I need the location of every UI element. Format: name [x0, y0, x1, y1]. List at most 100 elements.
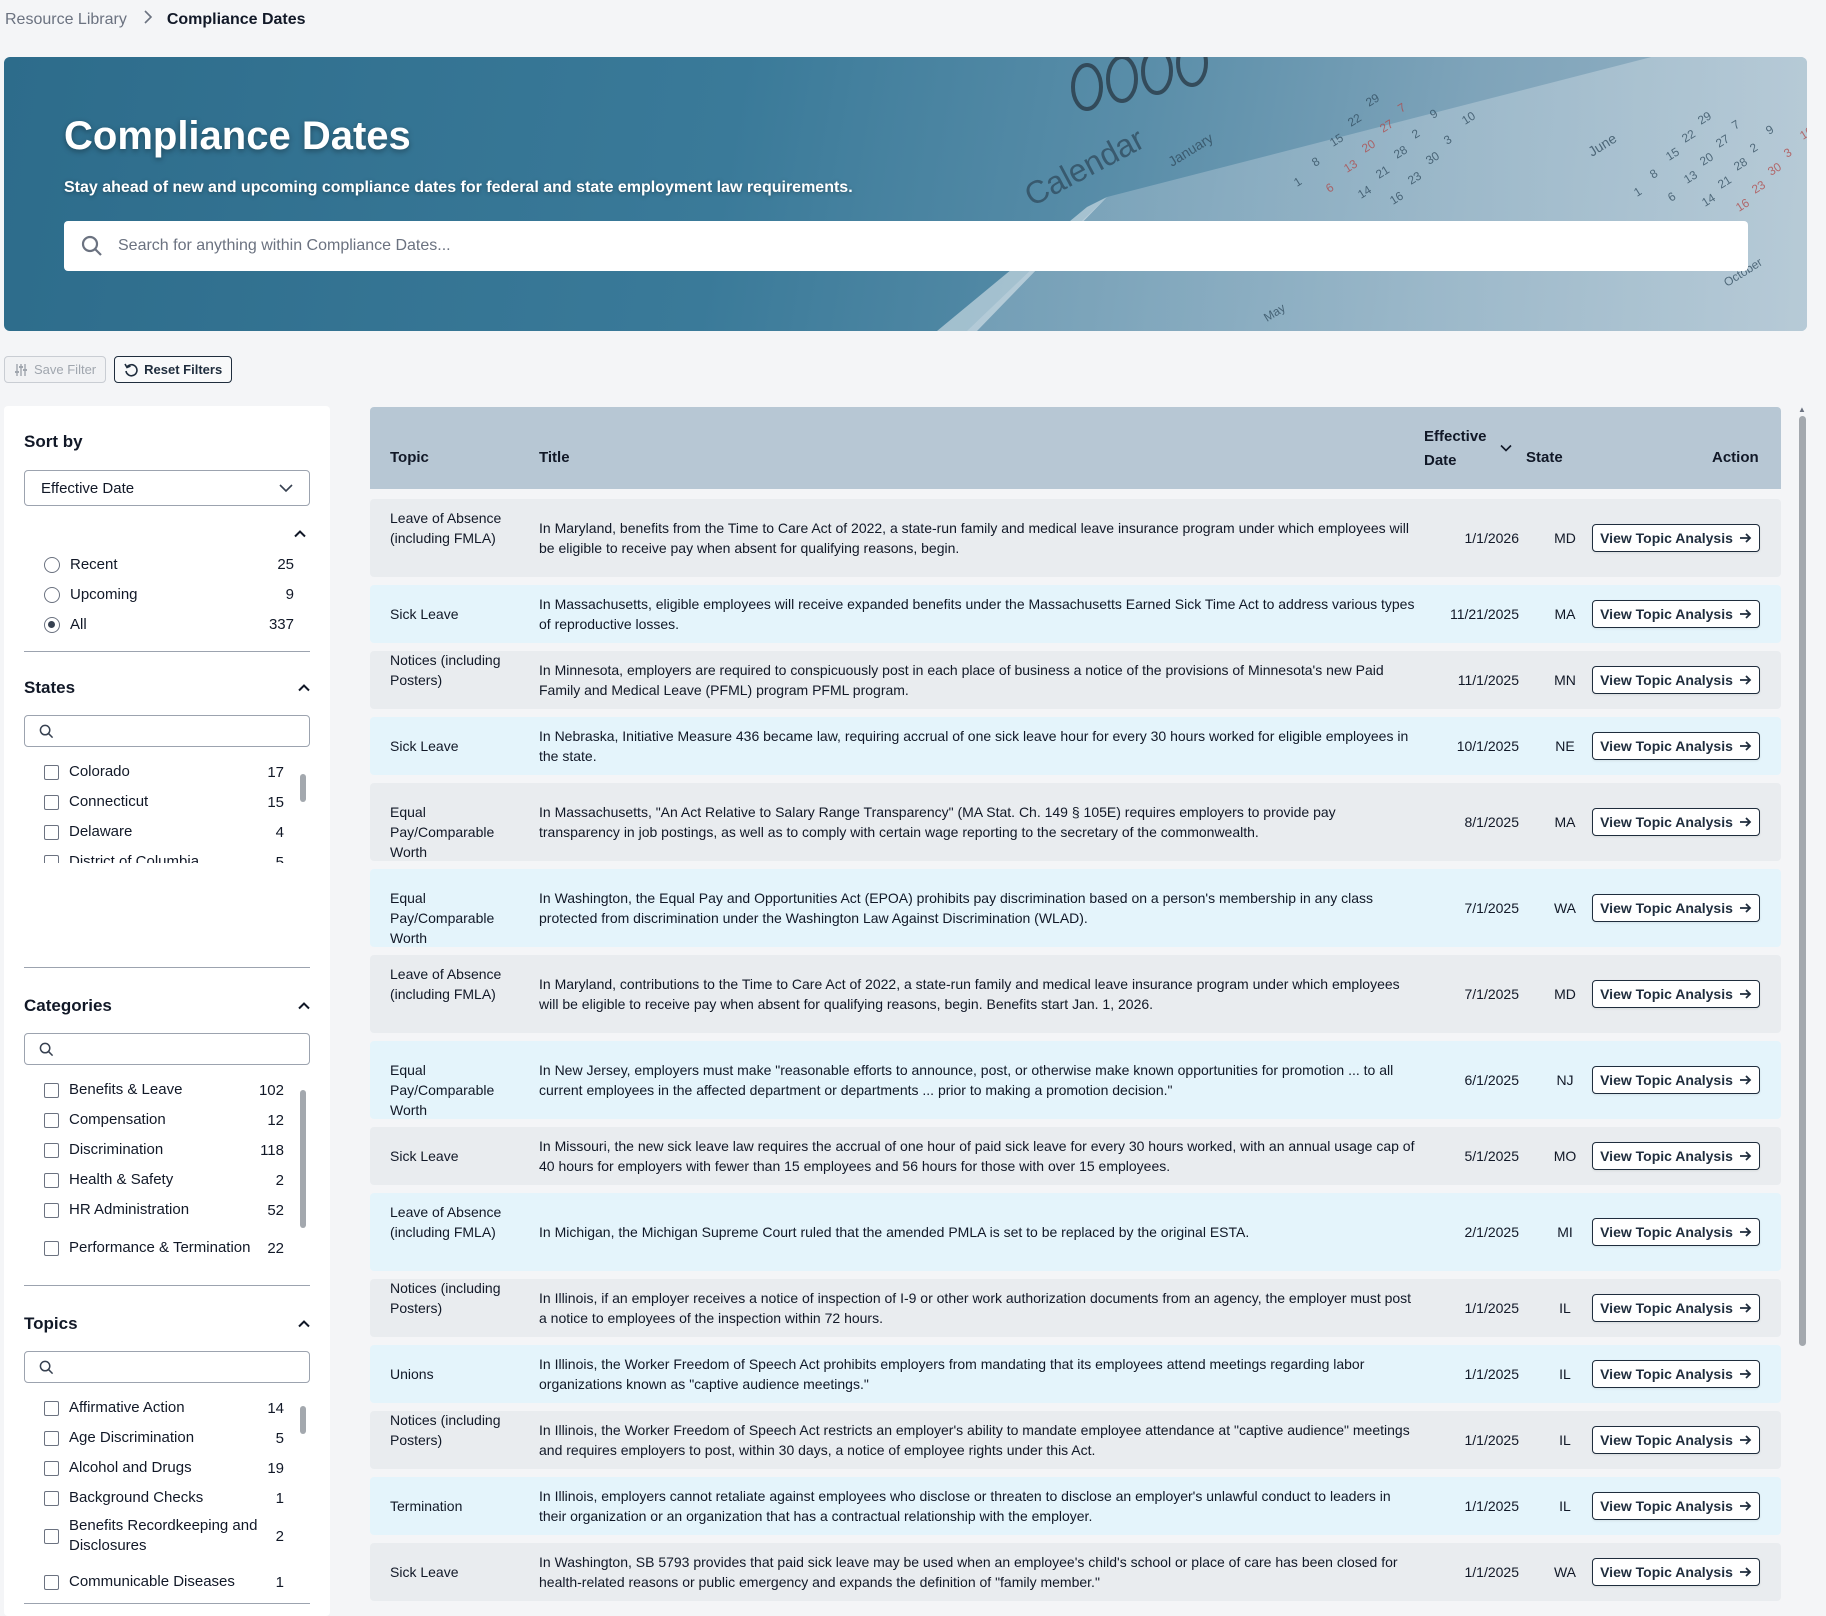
table-scrollbar[interactable] — [1799, 416, 1806, 1346]
checkbox[interactable] — [44, 1460, 59, 1476]
arrow-right-icon — [1739, 609, 1752, 619]
categories-scrollbar[interactable] — [300, 1086, 306, 1266]
table-row: Equal Pay/Comparable Worth In New Jersey,… — [370, 1041, 1781, 1119]
categories-search-input[interactable] — [24, 1033, 310, 1065]
view-topic-analysis-button[interactable]: View Topic Analysis — [1592, 808, 1760, 836]
states-search-input[interactable] — [24, 715, 310, 747]
sort-option-all[interactable]: All 337 — [44, 616, 294, 633]
categories-filter-item[interactable]: Discrimination 118 — [44, 1135, 284, 1165]
categories-filter-item[interactable]: Benefits & Leave 102 — [44, 1075, 284, 1105]
sort-chevron-down-icon[interactable] — [1500, 442, 1512, 454]
checkbox[interactable] — [44, 1240, 59, 1256]
topics-section-header[interactable]: Topics — [24, 1314, 310, 1334]
checkbox[interactable] — [44, 764, 59, 780]
filter-item-label: Background Checks — [69, 1489, 204, 1506]
filter-item-count: 15 — [267, 793, 284, 811]
scroll-up-caret[interactable]: ▲ — [1798, 405, 1806, 414]
sort-option-count: 25 — [277, 556, 294, 573]
states-heading: States — [24, 678, 76, 697]
states-filter-item[interactable]: District of Columbia 5 — [44, 847, 284, 863]
filter-item-label: Benefits Recordkeeping and Disclosures — [69, 1517, 258, 1554]
column-effective-date[interactable]: Effective Date — [1424, 425, 1487, 473]
topics-filter-item[interactable]: Alcohol and Drugs 19 — [44, 1453, 284, 1483]
categories-filter-item[interactable]: Performance & Termination 22 — [44, 1225, 284, 1271]
checkbox[interactable] — [44, 1202, 59, 1218]
column-title[interactable]: Title — [539, 449, 570, 466]
checkbox[interactable] — [44, 1172, 59, 1188]
filter-toolbar: Save Filter Reset Filters — [4, 356, 233, 383]
sort-option-recent[interactable]: Recent 25 — [44, 556, 294, 573]
view-topic-analysis-button[interactable]: View Topic Analysis — [1592, 1492, 1760, 1520]
states-filter-item[interactable]: Connecticut 15 — [44, 787, 284, 817]
checkbox[interactable] — [44, 1400, 59, 1416]
view-topic-analysis-button[interactable]: View Topic Analysis — [1592, 1426, 1760, 1454]
row-state: IL — [1559, 1432, 1571, 1448]
save-filter-button[interactable]: Save Filter — [4, 356, 107, 383]
view-topic-analysis-button[interactable]: View Topic Analysis — [1592, 666, 1760, 694]
topics-search-input[interactable] — [24, 1351, 310, 1383]
radio-upcoming[interactable] — [44, 586, 60, 603]
row-title: In Massachusetts, eligible employees wil… — [539, 596, 1415, 632]
topics-filter-item[interactable]: Benefits Recordkeeping and Disclosures 2 — [44, 1513, 284, 1559]
view-topic-analysis-button[interactable]: View Topic Analysis — [1592, 524, 1760, 552]
topics-filter-item[interactable]: Affirmative Action 14 — [44, 1393, 284, 1423]
chevron-down-icon — [279, 484, 293, 493]
row-title: In Nebraska, Initiative Measure 436 beca… — [539, 728, 1409, 764]
topics-filter-item[interactable]: Communicable Diseases 1 — [44, 1559, 284, 1595]
view-topic-analysis-label: View Topic Analysis — [1600, 1366, 1733, 1382]
states-filter-item[interactable]: Colorado 17 — [44, 757, 284, 787]
view-topic-analysis-button[interactable]: View Topic Analysis — [1592, 1218, 1760, 1246]
checkbox[interactable] — [44, 1112, 59, 1128]
column-state[interactable]: State — [1526, 449, 1563, 466]
reset-filters-button[interactable]: Reset Filters — [114, 356, 233, 383]
view-topic-analysis-button[interactable]: View Topic Analysis — [1592, 600, 1760, 628]
view-topic-analysis-button[interactable]: View Topic Analysis — [1592, 1066, 1760, 1094]
table-row: Notices (including Posters) In Illinois, … — [370, 1279, 1781, 1337]
checkbox[interactable] — [44, 794, 59, 810]
radio-all[interactable] — [44, 616, 60, 633]
chevron-up-icon[interactable] — [298, 1318, 310, 1330]
checkbox[interactable] — [44, 854, 59, 863]
checkbox[interactable] — [44, 824, 59, 840]
view-topic-analysis-button[interactable]: View Topic Analysis — [1592, 1142, 1760, 1170]
checkbox[interactable] — [44, 1082, 59, 1098]
svg-text:January: January — [1165, 130, 1216, 170]
chevron-up-icon[interactable] — [298, 682, 310, 694]
view-topic-analysis-button[interactable]: View Topic Analysis — [1592, 1558, 1760, 1586]
categories-section-header[interactable]: Categories — [24, 996, 310, 1016]
compliance-search-bar[interactable] — [64, 221, 1748, 271]
filter-item-label: HR Administration — [69, 1201, 190, 1218]
view-topic-analysis-label: View Topic Analysis — [1600, 738, 1733, 754]
view-topic-analysis-button[interactable]: View Topic Analysis — [1592, 732, 1760, 760]
categories-filter-item[interactable]: Compensation 12 — [44, 1105, 284, 1135]
checkbox[interactable] — [44, 1574, 59, 1590]
table-row: Unions In Illinois, the Worker Freedom of… — [370, 1345, 1781, 1403]
topics-scrollbar[interactable] — [300, 1402, 306, 1592]
states-scrollbar[interactable] — [300, 766, 306, 954]
chevron-up-icon[interactable] — [294, 528, 306, 540]
chevron-up-icon[interactable] — [298, 1000, 310, 1012]
sort-option-upcoming[interactable]: Upcoming 9 — [44, 586, 294, 603]
sort-by-select[interactable]: Effective Date — [24, 470, 310, 506]
column-topic[interactable]: Topic — [390, 449, 429, 466]
compliance-search-input[interactable] — [118, 237, 1718, 255]
table-row: Equal Pay/Comparable Worth In Massachuset… — [370, 783, 1781, 861]
view-topic-analysis-button[interactable]: View Topic Analysis — [1592, 1360, 1760, 1388]
checkbox[interactable] — [44, 1430, 59, 1446]
checkbox[interactable] — [44, 1490, 59, 1506]
view-topic-analysis-button[interactable]: View Topic Analysis — [1592, 980, 1760, 1008]
checkbox[interactable] — [44, 1528, 59, 1544]
view-topic-analysis-button[interactable]: View Topic Analysis — [1592, 1294, 1760, 1322]
states-section-header[interactable]: States — [24, 678, 310, 698]
categories-filter-item[interactable]: Health & Safety 2 — [44, 1165, 284, 1195]
states-filter-item[interactable]: Delaware 4 — [44, 817, 284, 847]
breadcrumb-resource-library[interactable]: Resource Library — [5, 11, 127, 29]
checkbox[interactable] — [44, 1142, 59, 1158]
view-topic-analysis-button[interactable]: View Topic Analysis — [1592, 894, 1760, 922]
categories-filter-item[interactable]: HR Administration 52 — [44, 1195, 284, 1225]
topics-filter-item[interactable]: Age Discrimination 5 — [44, 1423, 284, 1453]
arrow-right-icon — [1739, 1369, 1752, 1379]
filter-item-label: Health & Safety — [69, 1171, 174, 1188]
topics-filter-item[interactable]: Background Checks 1 — [44, 1483, 284, 1513]
radio-recent[interactable] — [44, 556, 60, 573]
